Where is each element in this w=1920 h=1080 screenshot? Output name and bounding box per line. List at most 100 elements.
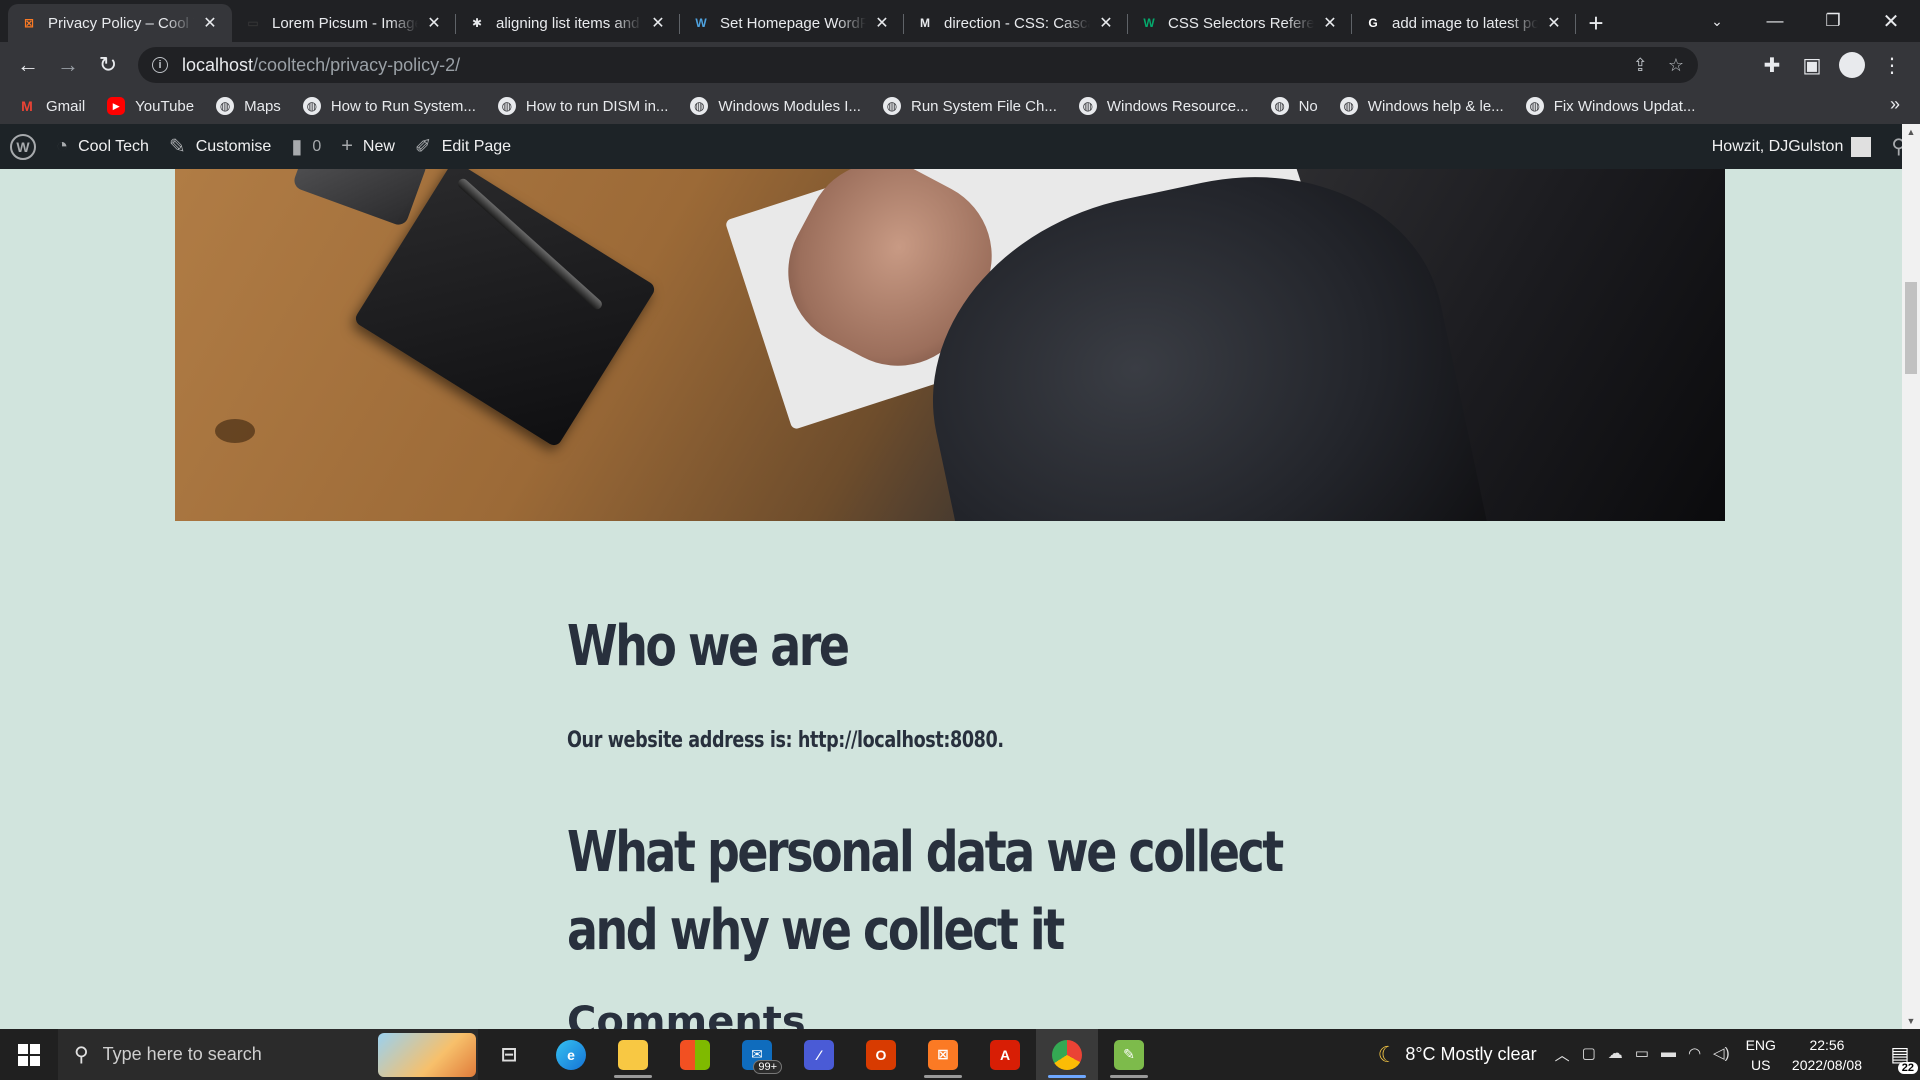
tab-close-icon[interactable]: ✕ — [1544, 13, 1564, 33]
bookmark-item[interactable]: ◍ Windows Resource... — [1078, 97, 1249, 115]
side-panel-icon[interactable]: ▣ — [1792, 45, 1832, 85]
bookmarks-overflow-icon[interactable]: » — [1890, 94, 1900, 115]
globe-icon: ◍ — [497, 97, 516, 115]
bookmark-item[interactable]: ◍ Run System File Ch... — [882, 97, 1057, 115]
clock-time: 22:56 — [1809, 1036, 1845, 1053]
browser-tab[interactable]: ✱ aligning list items and ✕ — [456, 4, 680, 42]
new-tab-button[interactable]: + — [1576, 4, 1616, 42]
site-name-label: Cool Tech — [78, 137, 149, 155]
bookmark-item[interactable]: ◍ Windows Modules I... — [690, 97, 861, 115]
notification-center-icon[interactable]: ▤ 22 — [1880, 1029, 1920, 1080]
bookmark-label: Run System File Ch... — [910, 97, 1057, 115]
chrome-icon[interactable] — [1036, 1029, 1098, 1080]
tab-close-icon[interactable]: ✕ — [1096, 13, 1116, 33]
wp-customise[interactable]: ✎ Customise — [159, 124, 281, 169]
file-explorer-icon[interactable] — [602, 1029, 664, 1080]
show-hidden-icons-icon[interactable]: ︿ — [1555, 1044, 1570, 1065]
wifi-icon[interactable]: ◠ — [1688, 1044, 1701, 1065]
bookmark-item[interactable]: ◍ No — [1270, 97, 1318, 115]
search-placeholder: Type here to search — [102, 1044, 262, 1064]
site-address-text: Our website address is: http://localhost… — [567, 728, 1004, 753]
visual-studio-code-icon[interactable]: ⁄ — [788, 1029, 850, 1080]
meet-icon[interactable]: ▢ — [1582, 1044, 1596, 1065]
share-icon[interactable]: ⇪ — [1633, 55, 1648, 76]
menu-kebab-icon[interactable]: ⋮ — [1872, 45, 1912, 85]
browser-tab[interactable]: W CSS Selectors Referen ✕ — [1128, 4, 1352, 42]
greeting-label: Howzit, DJGulston — [1711, 137, 1844, 155]
heading-personal-data: What personal data we collect and why we… — [567, 820, 1284, 963]
close-window-icon[interactable]: ✕ — [1868, 0, 1914, 42]
forward-icon[interactable]: → — [48, 45, 88, 85]
bookmark-item[interactable]: ◍ Fix Windows Updat... — [1525, 97, 1695, 115]
wp-comments[interactable]: ▮ 0 — [281, 124, 331, 169]
wp-account-menu[interactable]: Howzit, DJGulston — [1702, 124, 1882, 169]
wp-site-name[interactable]: ◔ Cool Tech — [46, 124, 159, 169]
profile-avatar-icon[interactable] — [1832, 45, 1872, 85]
onedrive-icon[interactable]: ☁ — [1608, 1044, 1623, 1065]
bookmark-item[interactable]: ◍ Windows help & le... — [1339, 97, 1504, 115]
wp-new[interactable]: + New — [331, 124, 405, 169]
wp-edit-page[interactable]: ✐ Edit Page — [405, 124, 521, 169]
task-view-icon[interactable]: ⊟ — [478, 1029, 540, 1080]
weather-widget[interactable]: ☾ 8°C Mostly clear — [1378, 1042, 1537, 1068]
browser-tab[interactable]: ▭ Lorem Picsum - Image ✕ — [232, 4, 456, 42]
heading-comments: Comments — [567, 999, 806, 1029]
scroll-up-icon[interactable]: ▲ — [1902, 124, 1920, 140]
bookmark-item[interactable]: ◍ Maps — [216, 97, 281, 115]
browser-tab[interactable]: ⊠ Privacy Policy – Cool T ✕ — [8, 4, 232, 42]
tab-close-icon[interactable]: ✕ — [1320, 13, 1340, 33]
browser-tab[interactable]: Gadd image to latest po ✕ — [1352, 4, 1576, 42]
scroll-down-icon[interactable]: ▼ — [1902, 1013, 1920, 1029]
bookmark-item[interactable]: ◍ How to run DISM in... — [497, 97, 668, 115]
language-indicator[interactable]: ENG US — [1746, 1035, 1776, 1075]
windows-start-icon[interactable] — [0, 1029, 58, 1080]
globe-icon: ◍ — [1339, 97, 1358, 115]
weather-moon-icon: ☾ — [1377, 1041, 1398, 1067]
tab-close-icon[interactable]: ✕ — [648, 13, 668, 33]
scrollbar-thumb[interactable] — [1905, 282, 1917, 374]
minimize-icon[interactable]: — — [1752, 0, 1798, 42]
site-info-icon[interactable]: i — [152, 57, 168, 73]
globe-icon: ◍ — [690, 97, 709, 115]
google-icon: G — [1368, 16, 1378, 30]
clock[interactable]: 22:56 2022/08/08 — [1792, 1035, 1862, 1075]
brush-icon: ✎ — [168, 136, 186, 158]
picsum-icon: ▭ — [247, 16, 259, 30]
tab-close-icon[interactable]: ✕ — [200, 13, 220, 33]
edge-icon[interactable]: e — [540, 1029, 602, 1080]
acrobat-icon[interactable]: A — [974, 1029, 1036, 1080]
search-icon: ⚲ — [74, 1044, 89, 1066]
microsoft-store-icon[interactable] — [664, 1029, 726, 1080]
bookmark-item[interactable]: M Gmail — [18, 97, 85, 115]
page-scrollbar[interactable]: ▲ ▼ — [1902, 124, 1920, 1029]
display-icon[interactable]: ▭ — [1635, 1044, 1649, 1065]
back-icon[interactable]: ← — [8, 45, 48, 85]
heading-who-we-are: Who we are — [567, 614, 850, 679]
bookmark-label: No — [1298, 97, 1318, 115]
globe-icon: ◍ — [1078, 97, 1097, 115]
mail-icon[interactable]: ✉ 99+ — [726, 1029, 788, 1080]
extensions-icon[interactable]: ✚ — [1752, 45, 1792, 85]
bookmark-star-icon[interactable]: ☆ — [1668, 55, 1684, 76]
taskbar-search-input[interactable]: ⚲ Type here to search — [58, 1029, 478, 1080]
bookmark-item[interactable]: ▶ YouTube — [107, 97, 194, 115]
tab-search-icon[interactable]: ⌄ — [1694, 0, 1740, 42]
volume-icon[interactable]: ◁) — [1713, 1044, 1730, 1065]
tab-close-icon[interactable]: ✕ — [424, 13, 444, 33]
edit-page-label: Edit Page — [441, 137, 512, 155]
tab-close-icon[interactable]: ✕ — [872, 13, 892, 33]
reload-icon[interactable]: ↻ — [88, 45, 128, 85]
wp-logo-icon[interactable]: W — [0, 124, 46, 169]
xampp-icon[interactable]: ⊠ — [912, 1029, 974, 1080]
browser-toolbar: ← → ↻ i localhost/cooltech/privacy-polic… — [0, 42, 1920, 88]
tab-title: direction - CSS: Casca — [944, 14, 1090, 32]
bookmark-label: How to Run System... — [330, 97, 476, 115]
battery-icon[interactable]: ▬ — [1661, 1044, 1676, 1065]
browser-tab[interactable]: Mdirection - CSS: Casca ✕ — [904, 4, 1128, 42]
restore-icon[interactable]: ❐ — [1810, 0, 1856, 42]
browser-tab[interactable]: W Set Homepage WordP ✕ — [680, 4, 904, 42]
address-bar[interactable]: i localhost/cooltech/privacy-policy-2/ ⇪… — [138, 47, 1698, 83]
office-icon[interactable]: O — [850, 1029, 912, 1080]
notepad-icon[interactable]: ✎ — [1098, 1029, 1160, 1080]
bookmark-item[interactable]: ◍ How to Run System... — [302, 97, 476, 115]
